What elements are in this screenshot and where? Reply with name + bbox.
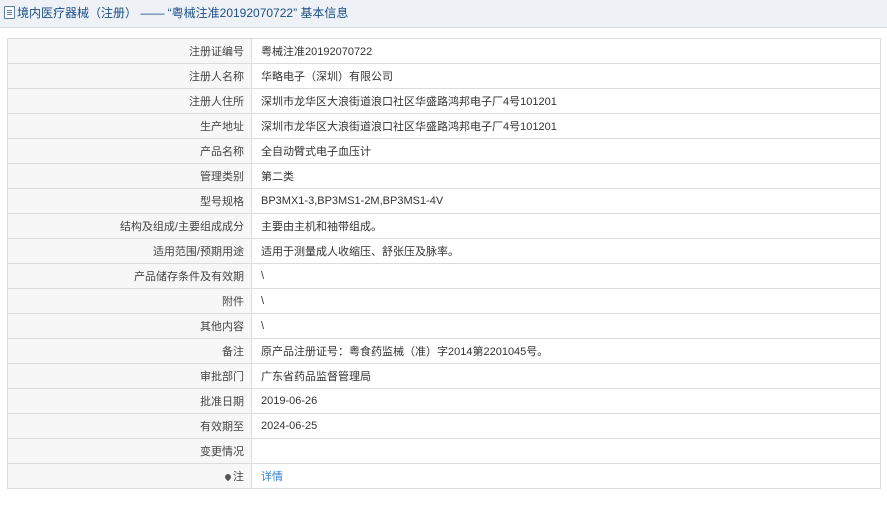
row-value: 华略电子（深圳）有限公司 xyxy=(251,63,881,89)
row-label: 备注 xyxy=(7,338,252,364)
page-title-bar: 境内医疗器械（注册） —— “粤械注准20192070722” 基本信息 xyxy=(0,0,887,28)
detail-table: 注册证编号 粤械注准20192070722 注册人名称 华略电子（深圳）有限公司… xyxy=(7,38,881,489)
row-value: 主要由主机和袖带组成。 xyxy=(251,213,881,239)
row-value: 第二类 xyxy=(251,163,881,189)
table-row: 注册人名称 华略电子（深圳）有限公司 xyxy=(7,63,881,89)
table-row: 管理类别 第二类 xyxy=(7,163,881,189)
table-row: 变更情况 xyxy=(7,438,881,464)
row-label: 附件 xyxy=(7,288,252,314)
row-value: 原产品注册证号：粤食药监械（准）字2014第2201045号。 xyxy=(251,338,881,364)
row-value xyxy=(251,438,881,464)
row-label: 生产地址 xyxy=(7,113,252,139)
row-value: 全自动臂式电子血压计 xyxy=(251,138,881,164)
row-label: 变更情况 xyxy=(7,438,252,464)
note-row: 注 详情 xyxy=(7,463,881,489)
row-label: 适用范围/预期用途 xyxy=(7,238,252,264)
row-label: 有效期至 xyxy=(7,413,252,439)
row-value: 广东省药品监督管理局 xyxy=(251,363,881,389)
row-value: 适用于测量成人收缩压、舒张压及脉率。 xyxy=(251,238,881,264)
table-row: 备注 原产品注册证号：粤食药监械（准）字2014第2201045号。 xyxy=(7,338,881,364)
note-label-cell: 注 xyxy=(7,463,252,489)
row-label: 注册证编号 xyxy=(7,38,252,64)
row-value: 深圳市龙华区大浪街道浪口社区华盛路鸿邦电子厂4号101201 xyxy=(251,88,881,114)
pin-icon xyxy=(223,472,233,482)
page-title: 境内医疗器械（注册） —— “粤械注准20192070722” 基本信息 xyxy=(17,6,349,20)
row-label: 结构及组成/主要组成成分 xyxy=(7,213,252,239)
table-row: 生产地址 深圳市龙华区大浪街道浪口社区华盛路鸿邦电子厂4号101201 xyxy=(7,113,881,139)
details-link[interactable]: 详情 xyxy=(261,471,283,483)
row-value: 2024-06-25 xyxy=(251,413,881,439)
document-icon xyxy=(4,6,15,19)
row-value: 粤械注准20192070722 xyxy=(251,38,881,64)
table-row: 结构及组成/主要组成成分 主要由主机和袖带组成。 xyxy=(7,213,881,239)
table-row: 产品储存条件及有效期 \ xyxy=(7,263,881,289)
row-value: \ xyxy=(251,313,881,339)
note-label: 注 xyxy=(233,471,244,483)
row-label: 注册人住所 xyxy=(7,88,252,114)
row-label: 批准日期 xyxy=(7,388,252,414)
row-label: 型号规格 xyxy=(7,188,252,214)
table-row: 型号规格 BP3MX1-3,BP3MS1-2M,BP3MS1-4V xyxy=(7,188,881,214)
row-label: 其他内容 xyxy=(7,313,252,339)
table-row: 其他内容 \ xyxy=(7,313,881,339)
table-row: 注册证编号 粤械注准20192070722 xyxy=(7,38,881,64)
row-value: \ xyxy=(251,263,881,289)
row-label: 管理类别 xyxy=(7,163,252,189)
table-row: 注册人住所 深圳市龙华区大浪街道浪口社区华盛路鸿邦电子厂4号101201 xyxy=(7,88,881,114)
note-value-cell: 详情 xyxy=(251,463,881,489)
row-value: BP3MX1-3,BP3MS1-2M,BP3MS1-4V xyxy=(251,188,881,214)
table-row: 产品名称 全自动臂式电子血压计 xyxy=(7,138,881,164)
table-row: 适用范围/预期用途 适用于测量成人收缩压、舒张压及脉率。 xyxy=(7,238,881,264)
row-label: 注册人名称 xyxy=(7,63,252,89)
table-row: 附件 \ xyxy=(7,288,881,314)
row-value: \ xyxy=(251,288,881,314)
table-row: 审批部门 广东省药品监督管理局 xyxy=(7,363,881,389)
table-row: 批准日期 2019-06-26 xyxy=(7,388,881,414)
table-row: 有效期至 2024-06-25 xyxy=(7,413,881,439)
row-label: 审批部门 xyxy=(7,363,252,389)
row-value: 深圳市龙华区大浪街道浪口社区华盛路鸿邦电子厂4号101201 xyxy=(251,113,881,139)
row-label: 产品储存条件及有效期 xyxy=(7,263,252,289)
row-value: 2019-06-26 xyxy=(251,388,881,414)
row-label: 产品名称 xyxy=(7,138,252,164)
